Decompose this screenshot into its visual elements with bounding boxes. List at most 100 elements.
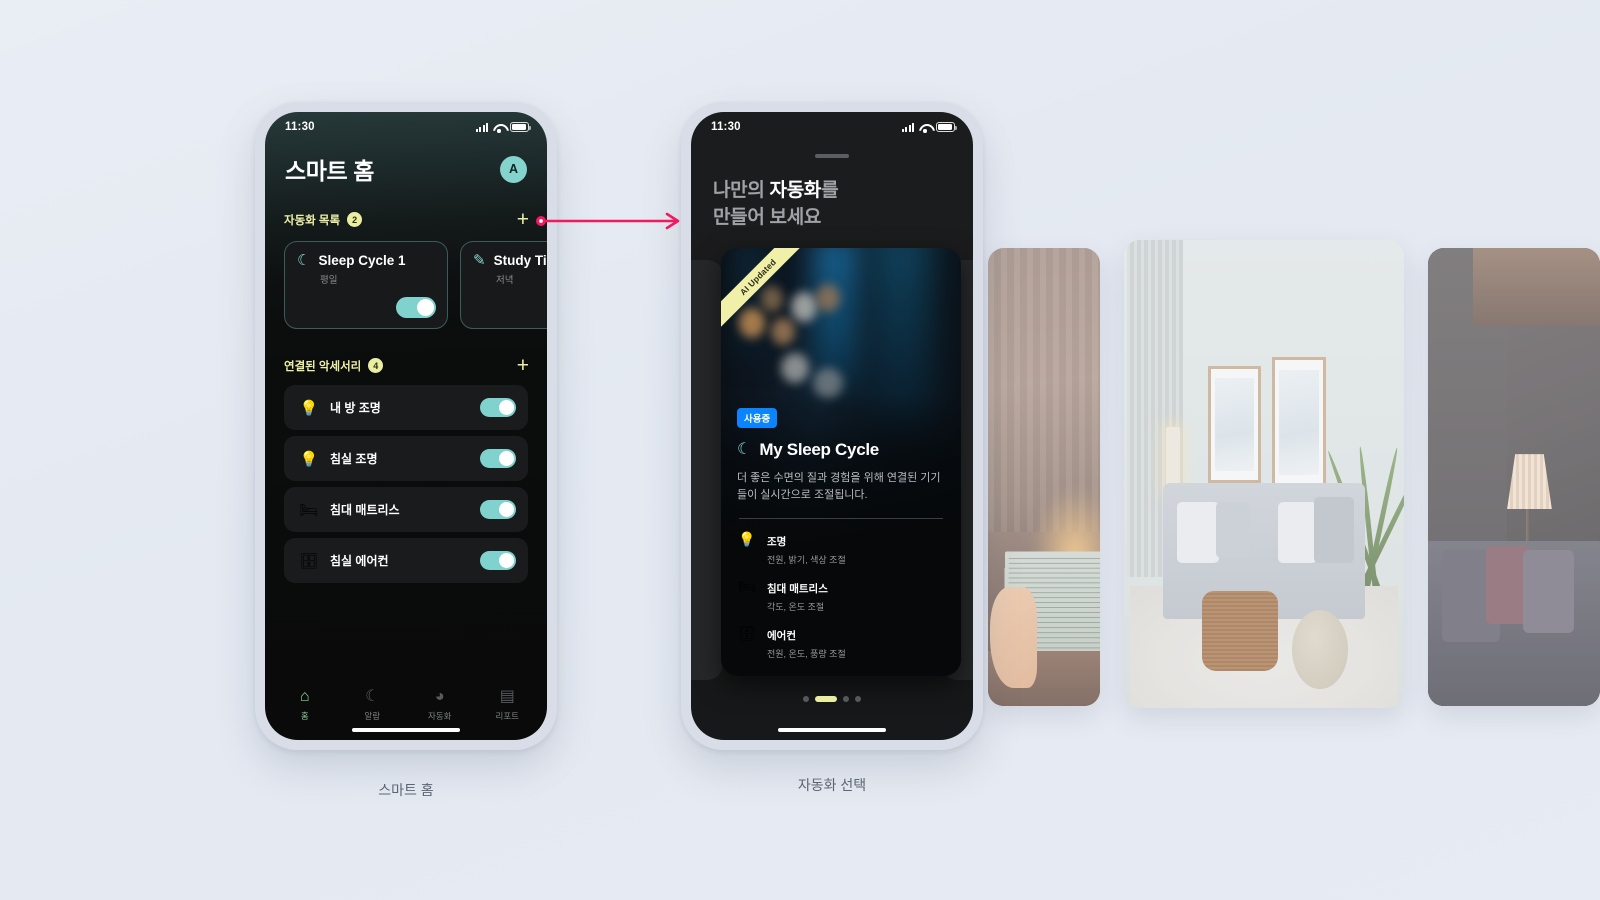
tab-label: 알람 xyxy=(364,710,381,721)
page-title: 스마트 홈 xyxy=(285,158,375,184)
feature-detail: 각도, 온도 조절 xyxy=(767,602,825,613)
add-automation-button[interactable]: + xyxy=(517,209,529,230)
tab-home[interactable]: ⌂ 홈 xyxy=(271,687,339,722)
list-item: 🗄 에어컨 전원, 온도, 풍량 조절 xyxy=(737,625,945,660)
status-badge: 사용중 xyxy=(737,407,778,428)
automation-card-study-time[interactable]: ✎ Study Time 저녁 xyxy=(460,241,547,329)
automation-description: 더 좋은 수면의 질과 경험을 위해 연결된 기기들이 실시간으로 조절됩니다. xyxy=(737,471,941,501)
accessory-toggle[interactable] xyxy=(480,398,516,417)
automation-carousel[interactable]: AI Updated 사용중 ☾ My Sleep Cycle 더 좋은 수면의… xyxy=(691,247,973,740)
wifi-icon xyxy=(919,123,931,133)
home-icon: ⌂ xyxy=(299,687,310,705)
add-accessory-button[interactable]: + xyxy=(517,355,529,376)
bed-icon: 🛏 xyxy=(738,578,756,595)
lightbulb-icon: 💡 xyxy=(299,450,319,468)
smart-home-screen: 11:30 스마트 홈 A 자동화 목록 2 + ☾ Sleep Cycle 1… xyxy=(265,112,547,740)
air-conditioner-icon: 🗄 xyxy=(738,625,756,642)
automation-count-badge: 2 xyxy=(347,212,363,227)
cellular-signal-icon xyxy=(902,123,914,132)
clock-icon: ◕ xyxy=(434,687,445,705)
title-line2: 만들어 보세요 xyxy=(713,206,822,228)
list-item[interactable]: 🗄 침실 에어컨 xyxy=(284,538,528,583)
accessory-toggle[interactable] xyxy=(480,551,516,570)
bed-icon: 🛏 xyxy=(299,501,319,519)
list-item[interactable]: 💡 내 방 조명 xyxy=(284,385,528,430)
battery-icon xyxy=(510,122,531,132)
caption-smart-home: 스마트 홈 xyxy=(378,782,434,798)
tab-alarm[interactable]: ☾ 알람 xyxy=(339,687,407,722)
moon-icon: ☾ xyxy=(365,687,380,705)
title-line1-prefix: 나만의 xyxy=(713,180,770,201)
accessory-toggle[interactable] xyxy=(480,500,516,519)
list-item: 💡 조명 전원, 밝기, 색상 조절 xyxy=(737,531,945,566)
accessory-name: 침실 조명 xyxy=(330,452,378,466)
status-time: 11:30 xyxy=(285,121,315,133)
automation-name: My Sleep Cycle xyxy=(759,439,879,459)
tab-label: 자동화 xyxy=(428,710,452,721)
list-item: 🛏 침대 매트리스 각도, 온도 조절 xyxy=(737,578,945,613)
pagination-dot[interactable] xyxy=(843,696,849,702)
living-room-photo xyxy=(1124,240,1404,708)
battery-icon xyxy=(936,122,957,132)
automation-section-header: 자동화 목록 2 + xyxy=(265,209,547,230)
automation-card-subtitle: 저녁 xyxy=(496,275,514,286)
smart-home-header: 스마트 홈 A xyxy=(265,142,547,186)
lounge-evening-photo xyxy=(1428,248,1600,706)
feature-name: 조명 xyxy=(767,536,787,549)
carousel-card-prev[interactable] xyxy=(691,259,723,680)
carousel-pagination[interactable] xyxy=(803,696,861,702)
pagination-dot[interactable] xyxy=(803,696,809,702)
screenshot-canvas: 11:30 스마트 홈 A 자동화 목록 2 + ☾ Sleep Cycle 1… xyxy=(0,0,1600,900)
accessory-toggle[interactable] xyxy=(480,449,516,468)
automation-select-screen: 11:30 나만의 자동화를 만들어 보세요 AI Updated 사용중 ☾ … xyxy=(691,112,973,740)
automation-card-sleep-cycle[interactable]: ☾ Sleep Cycle 1 평일 xyxy=(284,241,448,329)
report-icon: ▤ xyxy=(499,687,515,705)
accessory-name: 내 방 조명 xyxy=(330,401,381,415)
tab-report[interactable]: ▤ 리포트 xyxy=(474,687,542,722)
status-time: 11:30 xyxy=(711,121,741,133)
automation-hero-card[interactable]: AI Updated 사용중 ☾ My Sleep Cycle 더 좋은 수면의… xyxy=(721,247,961,676)
phone-automation-select: 11:30 나만의 자동화를 만들어 보세요 AI Updated 사용중 ☾ … xyxy=(681,102,983,750)
desk-workspace-photo xyxy=(988,248,1100,706)
cellular-signal-icon xyxy=(476,123,488,132)
divider xyxy=(739,518,943,520)
feature-detail: 전원, 온도, 풍량 조절 xyxy=(767,649,846,660)
status-bar: 11:30 xyxy=(265,112,547,142)
tab-automation[interactable]: ◕ 자동화 xyxy=(406,687,474,722)
pagination-dot[interactable] xyxy=(855,696,861,702)
feature-detail: 전원, 밝기, 색상 조절 xyxy=(767,555,846,566)
moon-icon: ☾ xyxy=(297,252,311,269)
automation-card-row: ☾ Sleep Cycle 1 평일 ✎ Study Time 저녁 xyxy=(265,230,547,329)
caption-automation-select: 자동화 선택 xyxy=(797,777,867,793)
lightbulb-icon: 💡 xyxy=(299,399,319,417)
wifi-icon xyxy=(493,123,505,133)
feature-name: 침대 매트리스 xyxy=(767,583,828,596)
title-line1-suffix: 를 xyxy=(821,180,839,201)
automation-section-label: 자동화 목록 xyxy=(284,214,341,227)
automation-card-subtitle: 평일 xyxy=(320,275,338,286)
flow-arrow xyxy=(536,212,680,230)
arrow-start-dot-core xyxy=(539,219,543,223)
home-indicator xyxy=(778,728,886,732)
accessories-count-badge: 4 xyxy=(368,358,384,373)
page-title: 나만의 자동화를 만들어 보세요 xyxy=(691,158,973,232)
tab-label: 리포트 xyxy=(495,710,519,721)
moon-icon: ☾ xyxy=(737,440,752,458)
avatar[interactable]: A xyxy=(500,155,527,183)
lightbulb-icon: 💡 xyxy=(738,531,756,548)
list-item[interactable]: 🛏 침대 매트리스 xyxy=(284,487,528,532)
automation-card-name: Sleep Cycle 1 xyxy=(318,253,406,268)
status-bar: 11:30 xyxy=(691,112,973,142)
pencil-icon: ✎ xyxy=(473,252,486,269)
automation-toggle[interactable] xyxy=(396,297,436,318)
list-item[interactable]: 💡 침실 조명 xyxy=(284,436,528,481)
tab-label: 홈 xyxy=(300,710,309,721)
accessory-list: 💡 내 방 조명 💡 침실 조명 🛏 침대 매트리스 🗄 침실 에어컨 xyxy=(265,376,547,583)
feature-name: 에어컨 xyxy=(767,630,796,643)
home-indicator xyxy=(352,728,460,732)
pagination-dot-active[interactable] xyxy=(815,696,837,702)
air-conditioner-icon: 🗄 xyxy=(299,552,319,570)
accessories-section-header: 연결된 악세서리 4 + xyxy=(265,355,547,376)
title-highlight: 자동화 xyxy=(769,180,822,201)
phone-smart-home: 11:30 스마트 홈 A 자동화 목록 2 + ☾ Sleep Cycle 1… xyxy=(255,102,557,750)
